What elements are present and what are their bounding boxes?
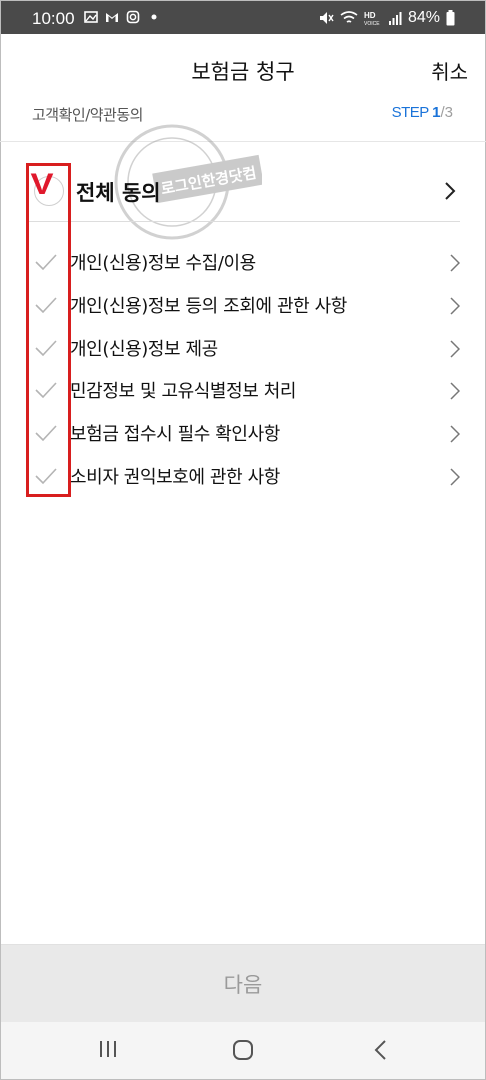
- terms-item-collection[interactable]: 개인(신용)정보 수집/이용: [28, 242, 460, 284]
- recent-apps-icon[interactable]: [97, 1038, 119, 1063]
- page-title: 보험금 청구: [191, 60, 295, 84]
- battery-percent: 84%: [407, 9, 440, 26]
- status-time: 10:00: [32, 9, 75, 28]
- terms-item-label: 민감정보 및 고유식별정보 처리: [70, 381, 297, 402]
- signal-icon: [388, 12, 402, 25]
- chevron-right-icon[interactable]: [450, 382, 460, 400]
- chevron-right-icon[interactable]: [450, 340, 460, 358]
- terms-item-label: 소비자 권익보호에 관한 사항: [70, 467, 280, 488]
- home-icon[interactable]: [231, 1038, 255, 1065]
- terms-item-inquiry[interactable]: 개인(신용)정보 등의 조회에 관한 사항: [28, 285, 460, 327]
- terms-item-label: 개인(신용)정보 제공: [70, 339, 218, 360]
- gallery-icon: [84, 11, 98, 23]
- gmail-icon: [106, 13, 118, 22]
- back-icon[interactable]: [371, 1038, 391, 1065]
- terms-item-required-check[interactable]: 보험금 접수시 필수 확인사항: [28, 413, 460, 455]
- terms-item-provision[interactable]: 개인(신용)정보 제공: [28, 328, 460, 370]
- step-word: STEP: [391, 104, 433, 121]
- chevron-right-icon[interactable]: [450, 297, 460, 315]
- next-button-area: 다음: [1, 944, 485, 1022]
- status-left-icons: [84, 10, 161, 24]
- chevron-right-icon[interactable]: [450, 254, 460, 272]
- terms-item-sensitive-info[interactable]: 민감정보 및 고유식별정보 처리: [28, 370, 460, 412]
- battery-icon: [446, 10, 455, 26]
- svg-text:VOICE: VOICE: [364, 21, 380, 26]
- dot-icon: [151, 14, 157, 20]
- hd-voice-icon: HDVOICE: [364, 11, 380, 26]
- chevron-right-icon[interactable]: [444, 181, 456, 201]
- annotation-mark: V: [30, 168, 54, 201]
- step-total: /3: [440, 104, 453, 121]
- next-button[interactable]: 다음: [1, 945, 485, 1022]
- agree-all-label: 전체 동의: [76, 181, 161, 205]
- agree-all-row[interactable]: 전체 동의: [28, 160, 460, 222]
- terms-item-label: 보험금 접수시 필수 확인사항: [70, 424, 280, 445]
- status-bar: 10:00 HD VOICE 84%: [1, 1, 485, 34]
- terms-item-consumer-rights[interactable]: 소비자 권익보호에 관한 사항: [28, 456, 460, 498]
- step-indicator: STEP 1/3: [392, 104, 453, 121]
- terms-item-label: 개인(신용)정보 등의 조회에 관한 사항: [70, 296, 347, 317]
- wifi-icon: [340, 11, 358, 23]
- cancel-button[interactable]: 취소: [431, 56, 468, 85]
- highlight-box: [26, 163, 71, 497]
- chevron-right-icon[interactable]: [450, 425, 460, 443]
- svg-text:HD: HD: [364, 11, 376, 20]
- status-right-icons: HD VOICE 84%: [318, 9, 455, 27]
- chevron-right-icon[interactable]: [450, 468, 460, 486]
- instagram-icon: [126, 10, 140, 24]
- system-nav-bar: [1, 1022, 485, 1079]
- mute-icon: [319, 12, 334, 24]
- header: 보험금 청구 취소: [0, 34, 486, 100]
- terms-item-label: 개인(신용)정보 수집/이용: [70, 253, 256, 274]
